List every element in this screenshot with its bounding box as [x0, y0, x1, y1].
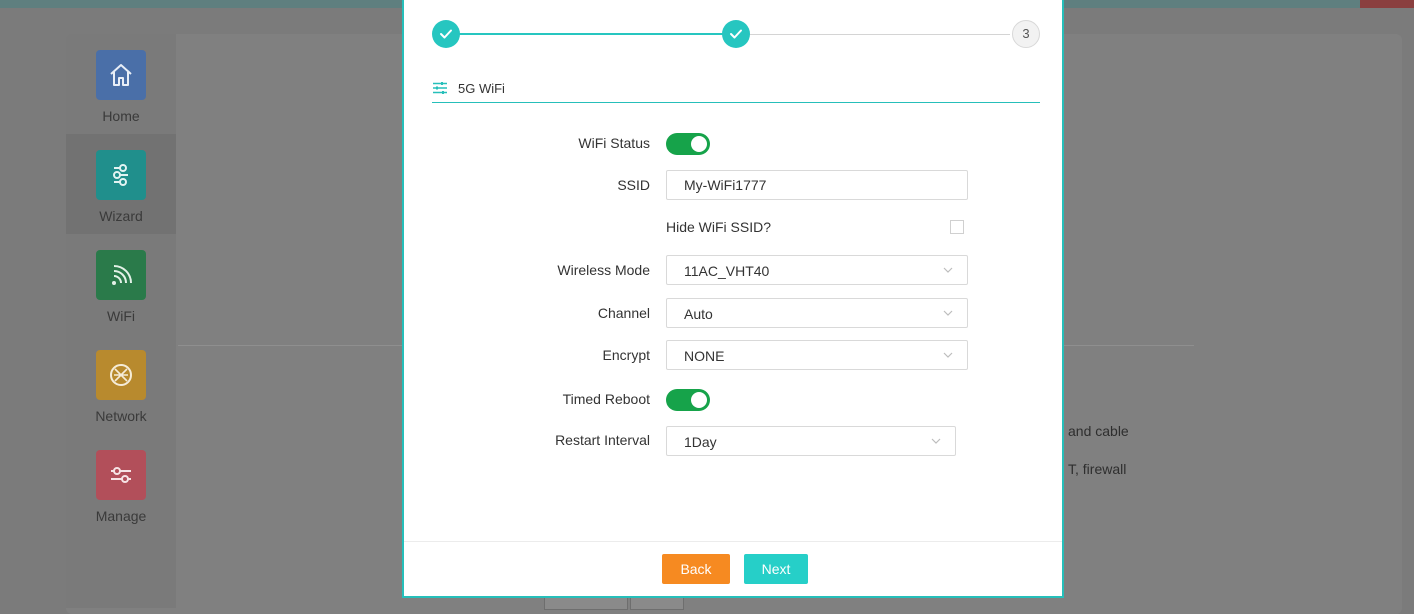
encrypt-label: Encrypt — [602, 347, 650, 363]
chevron-down-icon — [943, 267, 953, 273]
sidebar-item-manage[interactable]: Manage — [66, 434, 176, 534]
sidebar-item-label: Network — [95, 408, 147, 424]
channel-label: Channel — [597, 305, 650, 321]
section-title: 5G WiFi — [458, 80, 505, 96]
encrypt-select[interactable]: NONE — [666, 340, 968, 370]
network-icon — [96, 350, 146, 400]
sidebar-item-label: Manage — [95, 508, 147, 524]
channel-value: Auto — [684, 306, 713, 322]
wizard-icon — [96, 150, 146, 200]
ssid-input[interactable] — [667, 171, 967, 199]
restart-interval-select[interactable]: 1Day — [666, 426, 956, 456]
step-1-check-icon — [432, 20, 460, 48]
wifi-icon — [96, 250, 146, 300]
sidebar-item-wizard[interactable]: Wizard — [66, 134, 176, 234]
chevron-down-icon — [943, 352, 953, 358]
hide-ssid-checkbox[interactable] — [950, 220, 964, 234]
chevron-down-icon — [943, 310, 953, 316]
sidebar: Home Wizard WiFi Network Manage — [66, 34, 176, 608]
background-text: T, firewall — [1068, 461, 1127, 477]
background-text: and cable — [1068, 423, 1129, 439]
sidebar-item-wifi[interactable]: WiFi — [66, 234, 176, 334]
sidebar-item-home[interactable]: Home — [66, 34, 176, 134]
sidebar-item-label: WiFi — [107, 308, 135, 324]
next-button[interactable]: Next — [744, 554, 808, 584]
ssid-input-box — [666, 170, 968, 200]
dialog-footer-divider — [404, 541, 1062, 542]
section-header: 5G WiFi — [432, 78, 505, 98]
wireless-mode-select[interactable]: 11AC_VHT40 — [666, 255, 968, 285]
wireless-mode-value: 11AC_VHT40 — [684, 263, 770, 279]
restart-interval-value: 1Day — [684, 434, 717, 450]
sidebar-item-label: Wizard — [99, 208, 143, 224]
hide-ssid-label: Hide WiFi SSID? — [666, 219, 772, 235]
stepper-line-completed — [446, 33, 734, 35]
sidebar-item-network[interactable]: Network — [66, 334, 176, 434]
sidebar-item-label: Home — [102, 108, 140, 124]
encrypt-value: NONE — [684, 348, 725, 364]
timed-reboot-label: Timed Reboot — [562, 391, 650, 407]
home-icon — [96, 50, 146, 100]
step-2-check-icon — [722, 20, 750, 48]
settings-sliders-icon — [433, 82, 447, 94]
wifi-status-label: WiFi Status — [578, 135, 650, 151]
restart-interval-label: Restart Interval — [555, 432, 650, 448]
stepper-line-pending — [748, 34, 1010, 35]
timed-reboot-toggle[interactable] — [666, 389, 710, 411]
ssid-label: SSID — [617, 177, 650, 193]
channel-select[interactable]: Auto — [666, 298, 968, 328]
manage-icon — [96, 450, 146, 500]
section-divider — [432, 102, 1040, 103]
step-3-number: 3 — [1012, 20, 1040, 48]
wifi-status-toggle[interactable] — [666, 133, 710, 155]
back-button[interactable]: Back — [662, 554, 730, 584]
wireless-mode-label: Wireless Mode — [557, 262, 650, 278]
chevron-down-icon — [931, 438, 941, 444]
wizard-dialog: 3 5G WiFi WiFi Status SSID Hide WiFi SSI… — [402, 0, 1064, 598]
